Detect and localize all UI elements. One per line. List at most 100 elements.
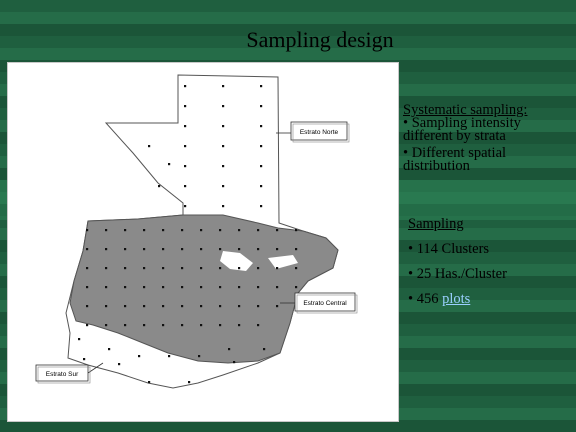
sample-point	[276, 229, 279, 232]
sample-point	[238, 229, 241, 232]
sample-point	[233, 361, 236, 364]
sample-point	[219, 229, 222, 232]
sample-point	[148, 381, 151, 384]
sample-point	[184, 145, 187, 148]
sample-point	[257, 267, 260, 270]
sample-point	[200, 229, 203, 232]
sample-point	[198, 355, 201, 358]
sample-point	[143, 229, 146, 232]
sample-point	[295, 286, 298, 289]
sampling-heading: Sampling	[408, 216, 464, 232]
plots-link[interactable]: plots	[442, 291, 470, 307]
sample-point	[228, 348, 231, 351]
sample-point	[260, 165, 263, 168]
sample-point	[181, 248, 184, 251]
strata-map: Estrato Norte Estrato Central Estrato Su…	[35, 74, 358, 389]
sample-point	[124, 267, 127, 270]
sample-point	[295, 248, 298, 251]
sample-point	[257, 248, 260, 251]
sample-point	[105, 229, 108, 232]
sample-point	[105, 267, 108, 270]
sample-point	[222, 165, 225, 168]
sample-point	[158, 185, 161, 188]
sample-point	[105, 305, 108, 308]
systematic-notes: Systematic sampling: • Sampling intensit…	[403, 103, 573, 174]
sample-point	[200, 286, 203, 289]
svg-text:Estrato Sur: Estrato Sur	[46, 371, 79, 378]
sample-point	[260, 205, 263, 208]
sample-point	[260, 145, 263, 148]
sample-point	[181, 305, 184, 308]
sample-point	[200, 305, 203, 308]
plots-bullet: • 456 plots	[408, 291, 573, 308]
sample-point	[222, 105, 225, 108]
sample-point	[200, 267, 203, 270]
sample-point	[257, 305, 260, 308]
sample-point	[184, 205, 187, 208]
sample-point	[162, 305, 165, 308]
sample-point	[105, 324, 108, 327]
sample-point	[260, 185, 263, 188]
sample-point	[86, 267, 89, 270]
sample-point	[143, 286, 146, 289]
sample-point	[219, 324, 222, 327]
sample-point	[181, 267, 184, 270]
sample-point	[124, 229, 127, 232]
sample-point	[222, 125, 225, 128]
has-per-cluster-bullet: • 25 Has./Cluster	[408, 266, 507, 282]
sample-point	[143, 248, 146, 251]
sample-point	[143, 324, 146, 327]
sample-point	[168, 163, 171, 166]
sample-point	[184, 125, 187, 128]
sample-point	[222, 185, 225, 188]
sample-point	[238, 305, 241, 308]
sample-point	[222, 205, 225, 208]
sample-point	[257, 286, 260, 289]
sample-point	[86, 305, 89, 308]
sample-point	[86, 248, 89, 251]
sample-point	[83, 358, 86, 361]
sample-point	[168, 355, 171, 358]
sample-point	[222, 85, 225, 88]
sample-point	[222, 145, 225, 148]
label-estrato-norte: Estrato Norte	[290, 121, 350, 143]
sample-point	[188, 381, 191, 384]
sampling-notes: Sampling • 114 Clusters • 25 Has./Cluste…	[408, 216, 573, 316]
sample-point	[78, 338, 81, 341]
sample-point	[257, 324, 260, 327]
sample-point	[200, 248, 203, 251]
sample-point	[219, 267, 222, 270]
sample-point	[124, 286, 127, 289]
sample-point	[184, 105, 187, 108]
svg-text:Estrato Norte: Estrato Norte	[300, 129, 339, 136]
sample-point	[295, 267, 298, 270]
sample-point	[238, 324, 241, 327]
label-estrato-central: Estrato Central	[294, 292, 358, 314]
sample-point	[86, 324, 89, 327]
sample-point	[257, 229, 260, 232]
sample-point	[105, 248, 108, 251]
sample-point	[162, 324, 165, 327]
intensity-bullet: • Sampling intensity different by strata	[403, 115, 521, 144]
sample-point	[184, 85, 187, 88]
sample-point	[219, 248, 222, 251]
sample-point	[86, 286, 89, 289]
plots-prefix: • 456	[408, 291, 443, 307]
sample-point	[162, 248, 165, 251]
sample-point	[276, 248, 279, 251]
sample-point	[295, 229, 298, 232]
sample-point	[276, 305, 279, 308]
sample-point	[181, 286, 184, 289]
sample-point	[181, 324, 184, 327]
svg-text:Estrato Central: Estrato Central	[303, 300, 347, 307]
sample-point	[260, 85, 263, 88]
distribution-bullet: • Different spatial distribution	[403, 145, 507, 174]
label-estrato-sur: Estrato Sur	[35, 364, 91, 384]
map-panel: Estrato Norte Estrato Central Estrato Su…	[7, 62, 399, 422]
sample-point	[124, 324, 127, 327]
sample-point	[219, 286, 222, 289]
sample-point	[118, 363, 121, 366]
sample-point	[219, 305, 222, 308]
sample-point	[184, 165, 187, 168]
sample-point	[200, 324, 203, 327]
